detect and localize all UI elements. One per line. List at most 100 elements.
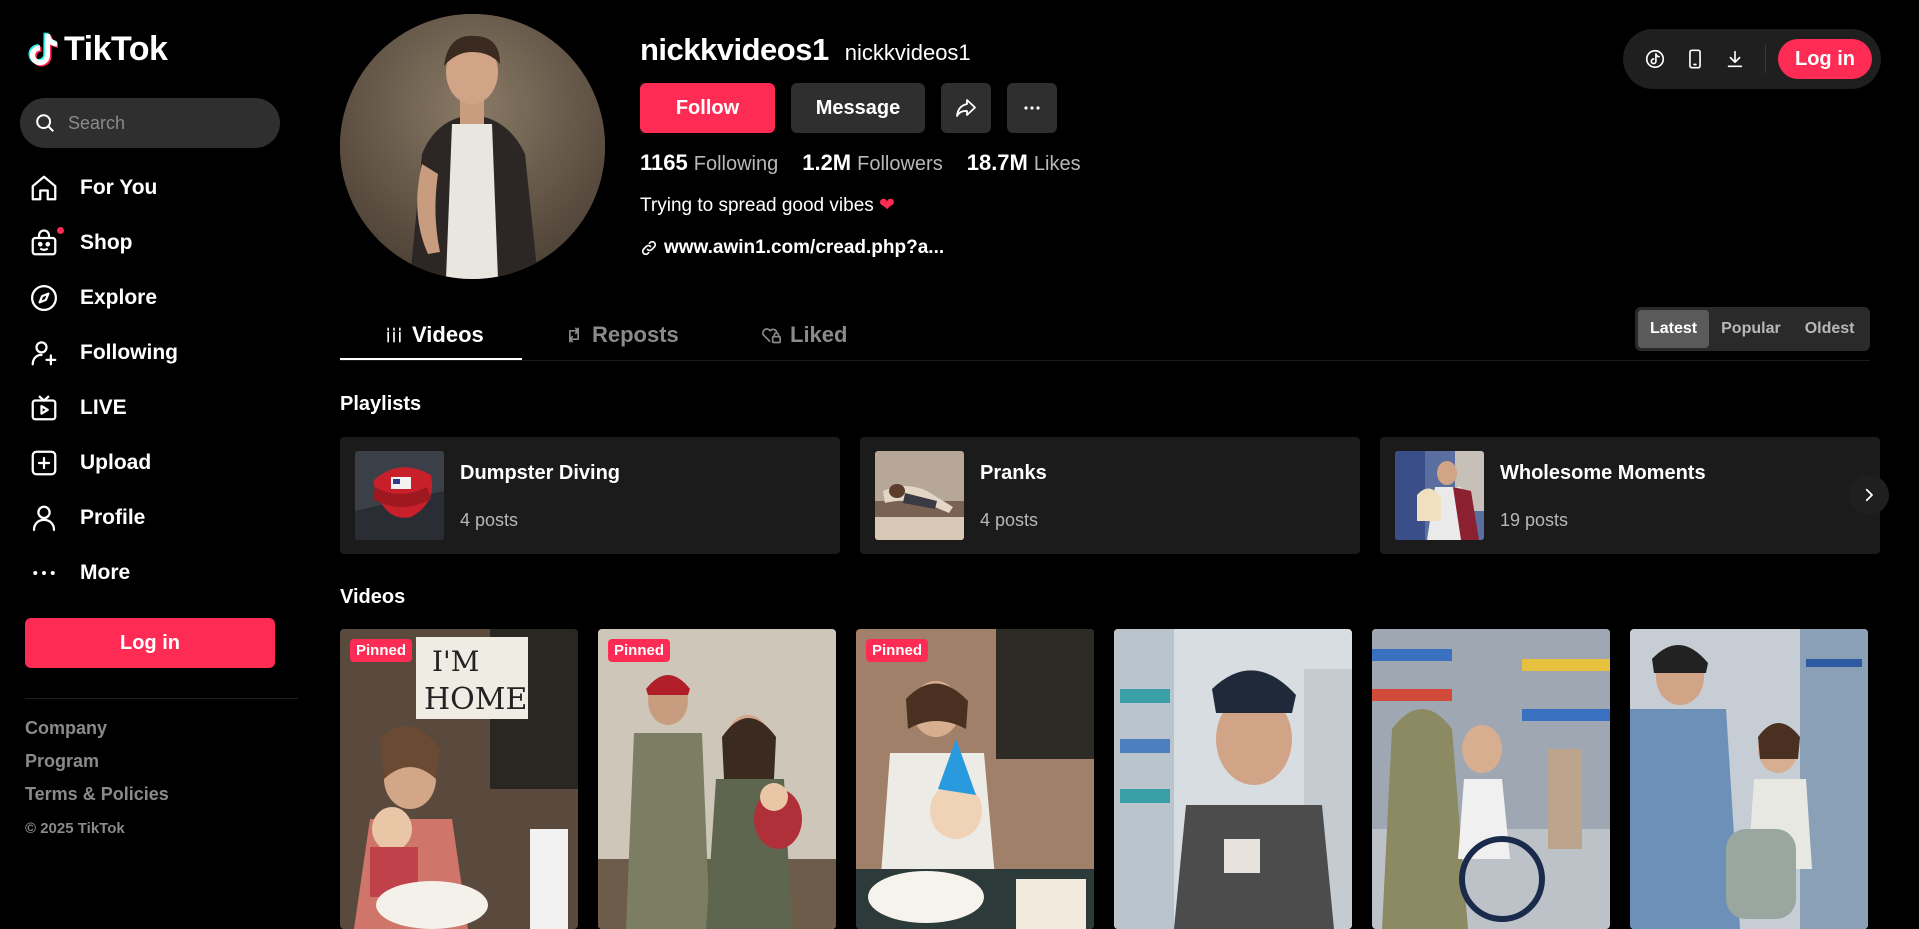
- stat-following[interactable]: 1165 Following: [640, 150, 778, 176]
- playlists-row: Dumpster Diving 4 posts Pranks 4 posts W…: [340, 437, 1880, 554]
- tab-videos[interactable]: Videos: [384, 310, 484, 360]
- sort-popular[interactable]: Popular: [1709, 310, 1793, 348]
- nav-label: For You: [80, 175, 158, 199]
- nav-label: More: [80, 560, 131, 584]
- chevron-right-icon: [1865, 488, 1873, 502]
- nav-item-profile[interactable]: Profile: [28, 490, 178, 545]
- tab-reposts[interactable]: Reposts: [564, 310, 679, 360]
- nav-label: LIVE: [80, 395, 127, 419]
- playlist-name: Pranks: [980, 462, 1047, 484]
- nav-item-explore[interactable]: Explore: [28, 270, 178, 325]
- live-icon: [28, 392, 60, 424]
- upload-icon: [28, 447, 60, 479]
- video-card[interactable]: I'M HOME Pinned: [340, 629, 578, 929]
- stat-likes: 18.7M Likes: [967, 150, 1081, 176]
- header-login-button[interactable]: Log in: [1778, 39, 1872, 79]
- tab-label: Reposts: [592, 322, 679, 347]
- tab-label: Liked: [790, 322, 848, 347]
- profile-stats: 1165 Following 1.2M Followers 18.7M Likes: [640, 150, 1105, 176]
- playlist-card[interactable]: Pranks 4 posts: [860, 437, 1360, 554]
- main-nav: For You Shop Explore Following LIVE Uplo…: [28, 160, 178, 600]
- following-icon: [28, 337, 60, 369]
- nav-item-more[interactable]: More: [28, 545, 178, 600]
- videos-grid-icon: [387, 327, 401, 343]
- sort-toggle: Latest Popular Oldest: [1635, 307, 1870, 351]
- nav-item-for-you[interactable]: For You: [28, 160, 178, 215]
- nav-label: Shop: [80, 230, 133, 254]
- stat-label: Following: [693, 153, 779, 175]
- sort-oldest[interactable]: Oldest: [1793, 310, 1867, 348]
- more-options-button[interactable]: [1007, 83, 1057, 133]
- nav-label: Explore: [80, 285, 158, 309]
- nav-item-upload[interactable]: Upload: [28, 435, 178, 490]
- nav-item-shop[interactable]: Shop: [28, 215, 178, 270]
- bio-text: Trying to spread good vibes: [640, 195, 874, 216]
- tiktok-studio-icon[interactable]: [1635, 39, 1675, 79]
- shop-icon: [28, 227, 60, 259]
- mobile-icon[interactable]: [1675, 39, 1715, 79]
- search-input[interactable]: [66, 111, 260, 135]
- playlist-card[interactable]: Wholesome Moments 19 posts: [1380, 437, 1880, 554]
- footer-link-terms[interactable]: Terms & Policies: [25, 784, 169, 805]
- pinned-badge: Pinned: [350, 639, 413, 662]
- top-toolbar: Log in: [1623, 29, 1881, 89]
- tab-label: Videos: [412, 322, 484, 347]
- link-icon: [641, 240, 657, 256]
- search-box[interactable]: [20, 98, 280, 148]
- stat-followers[interactable]: 1.2M Followers: [802, 150, 943, 176]
- sort-latest[interactable]: Latest: [1638, 310, 1710, 348]
- compass-icon: [28, 282, 60, 314]
- search-icon: [36, 114, 54, 132]
- pinned-badge: Pinned: [608, 639, 671, 662]
- footer-link-program[interactable]: Program: [25, 751, 169, 772]
- share-button[interactable]: [941, 83, 991, 133]
- toolbar-divider: [1765, 45, 1766, 73]
- tiktok-logo[interactable]: TikTok: [28, 30, 168, 69]
- message-button[interactable]: Message: [791, 83, 925, 133]
- share-icon: [956, 99, 976, 117]
- stat-value: 18.7M: [966, 150, 1028, 175]
- stat-value: 1.2M: [802, 150, 852, 175]
- tiktok-logo-icon: [28, 32, 58, 67]
- video-card[interactable]: Pinned: [856, 629, 1094, 929]
- playlist-name: Dumpster Diving: [460, 462, 621, 484]
- sidebar-divider: [25, 698, 298, 699]
- stat-label: Likes: [1033, 153, 1081, 175]
- tiktok-wordmark: TikTok: [64, 30, 168, 68]
- video-card[interactable]: [1114, 629, 1352, 929]
- nav-label: Profile: [80, 505, 146, 529]
- profile-actions: Follow Message: [640, 83, 1057, 133]
- playlist-card[interactable]: Dumpster Diving 4 posts: [340, 437, 840, 554]
- videos-heading: Videos: [340, 586, 406, 608]
- profile-names: nickkvideos1 nickkvideos1: [640, 32, 971, 68]
- playlist-count: 19 posts: [1500, 510, 1569, 530]
- pinned-badge: Pinned: [866, 639, 929, 662]
- video-card[interactable]: [1372, 629, 1610, 929]
- videos-grid: I'M HOME Pinned Pinned Pinned: [340, 629, 1868, 929]
- playlist-thumbnail: [355, 451, 444, 540]
- nav-label: Upload: [80, 450, 152, 474]
- download-icon[interactable]: [1715, 39, 1755, 79]
- profile-avatar: [340, 14, 605, 279]
- stat-label: Followers: [857, 153, 943, 175]
- video-card[interactable]: Pinned: [598, 629, 836, 929]
- profile-link-text: www.awin1.com/cread.php?a...: [664, 237, 945, 258]
- playlist-thumbnail: [1395, 451, 1484, 540]
- svg-text:HOME: HOME: [424, 682, 527, 717]
- more-icon: [28, 557, 60, 589]
- footer-link-company[interactable]: Company: [25, 718, 169, 739]
- footer-links: Company Program Terms & Policies: [25, 718, 169, 817]
- video-card[interactable]: [1630, 629, 1868, 929]
- nav-item-live[interactable]: LIVE: [28, 380, 178, 435]
- playlists-heading: Playlists: [340, 393, 422, 415]
- sidebar-login-button[interactable]: Log in: [25, 618, 275, 668]
- profile-link[interactable]: www.awin1.com/cread.php?a...: [640, 237, 944, 259]
- nav-item-following[interactable]: Following: [28, 325, 178, 380]
- svg-text:I'M: I'M: [432, 645, 479, 678]
- follow-button[interactable]: Follow: [640, 83, 775, 133]
- playlists-next-button[interactable]: [1849, 475, 1889, 515]
- nav-label: Following: [80, 340, 178, 364]
- tab-liked[interactable]: Liked: [760, 310, 847, 360]
- home-icon: [28, 172, 60, 204]
- liked-lock-icon: [762, 328, 781, 344]
